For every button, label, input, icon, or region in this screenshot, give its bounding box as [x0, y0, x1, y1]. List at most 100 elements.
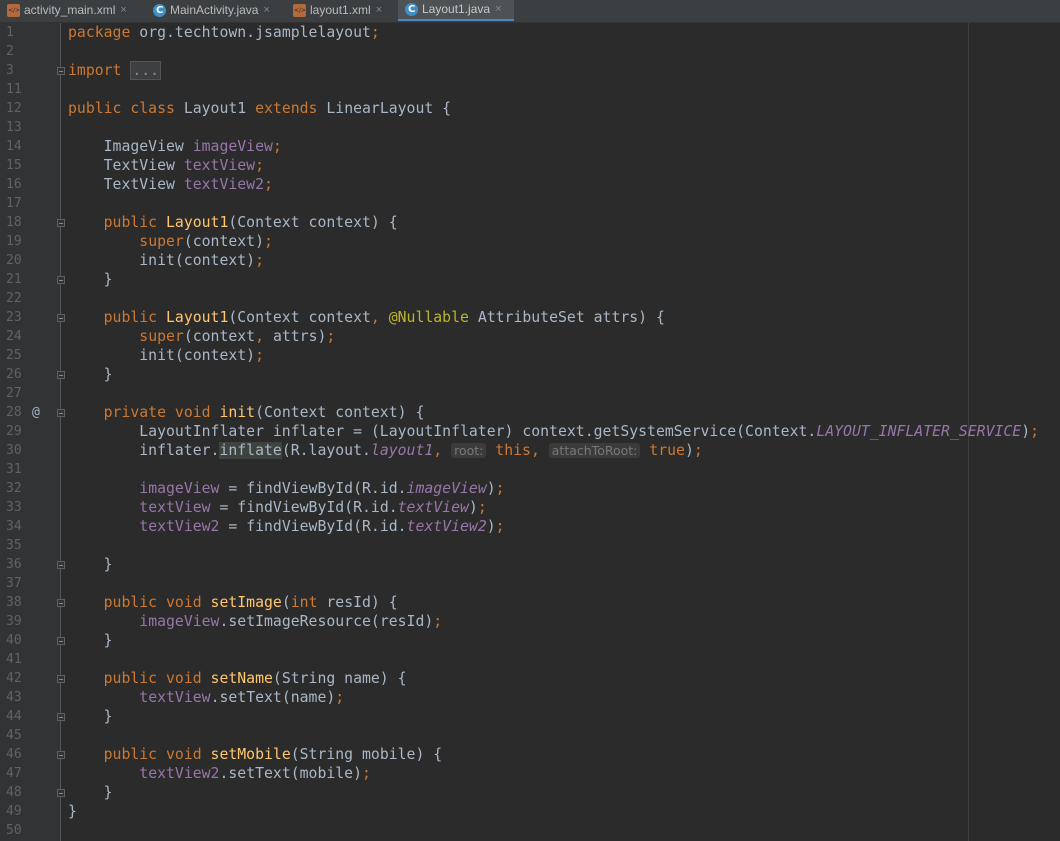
- code-line[interactable]: 29 LayoutInflater inflater = (LayoutInfl…: [0, 422, 1060, 441]
- code-line[interactable]: 27: [0, 384, 1060, 403]
- folded-region[interactable]: ...: [130, 61, 162, 80]
- fold-toggle-icon[interactable]: [57, 713, 65, 721]
- code-line[interactable]: 26 }: [0, 365, 1060, 384]
- code-token: extends: [255, 100, 327, 117]
- fold-toggle-icon[interactable]: [57, 675, 65, 683]
- code-editor[interactable]: 1 package org.techtown.jsamplelayout; 2 3 im…: [0, 23, 1060, 841]
- fold-toggle-icon[interactable]: [57, 219, 65, 227]
- code-token: imageView: [139, 480, 220, 497]
- code-line[interactable]: 24 super(context, attrs);: [0, 327, 1060, 346]
- code-line[interactable]: 22: [0, 289, 1060, 308]
- line-number: 40: [6, 633, 22, 648]
- code-line[interactable]: 44 }: [0, 707, 1060, 726]
- code-line[interactable]: 34 textView2 = findViewById(R.id.textVie…: [0, 517, 1060, 536]
- code-text: public class Layout1 extends LinearLayou…: [68, 99, 451, 118]
- code-token: layout1: [370, 442, 434, 459]
- code-line[interactable]: 25 init(context);: [0, 346, 1060, 365]
- code-text: textView2.setText(mobile);: [68, 764, 371, 783]
- code-token: textView: [397, 499, 469, 516]
- code-token: }: [68, 271, 113, 288]
- line-number: 47: [6, 766, 22, 781]
- code-line[interactable]: 31: [0, 460, 1060, 479]
- tab-mainactivity-java[interactable]: MainActivity.java ×: [146, 0, 280, 21]
- close-tab-icon[interactable]: ×: [120, 0, 126, 21]
- code-line[interactable]: 1 package org.techtown.jsamplelayout;: [0, 23, 1060, 42]
- code-line[interactable]: 43 textView.setText(name);: [0, 688, 1060, 707]
- fold-toggle-icon[interactable]: [57, 599, 65, 607]
- code-line[interactable]: 28 @ private void init(Context context) {: [0, 403, 1060, 422]
- code-token: public class: [68, 100, 184, 117]
- override-gutter-icon[interactable]: @: [32, 403, 40, 422]
- fold-toggle-icon[interactable]: [57, 561, 65, 569]
- code-line[interactable]: 50: [0, 821, 1060, 840]
- code-token: textView: [139, 499, 211, 516]
- line-number: 39: [6, 614, 22, 629]
- code-line[interactable]: 39 imageView.setImageResource(resId);: [0, 612, 1060, 631]
- code-line[interactable]: 48 }: [0, 783, 1060, 802]
- code-line[interactable]: 32 imageView = findViewById(R.id.imageVi…: [0, 479, 1060, 498]
- fold-toggle-icon[interactable]: [57, 276, 65, 284]
- code-line[interactable]: 33 textView = findViewById(R.id.textView…: [0, 498, 1060, 517]
- fold-toggle-icon[interactable]: [57, 637, 65, 645]
- code-line[interactable]: 19 super(context);: [0, 232, 1060, 251]
- code-text: }: [68, 631, 113, 650]
- code-token: import: [68, 62, 131, 79]
- code-line[interactable]: 15 TextView textView;: [0, 156, 1060, 175]
- tab-layout1-xml[interactable]: layout1.xml ×: [286, 0, 392, 21]
- tab-label: activity_main.xml: [24, 3, 116, 17]
- code-line[interactable]: 21 }: [0, 270, 1060, 289]
- fold-toggle-icon[interactable]: [57, 371, 65, 379]
- code-line[interactable]: 13: [0, 118, 1060, 137]
- code-line[interactable]: 18 public Layout1(Context context) {: [0, 213, 1060, 232]
- code-line[interactable]: 2: [0, 42, 1060, 61]
- code-line[interactable]: 36 }: [0, 555, 1060, 574]
- fold-toggle-icon[interactable]: [57, 789, 65, 797]
- code-token: public: [103, 309, 166, 326]
- code-token: ;: [264, 176, 273, 193]
- code-line[interactable]: 35: [0, 536, 1060, 555]
- code-line[interactable]: 12 public class Layout1 extends LinearLay…: [0, 99, 1060, 118]
- code-line[interactable]: 46 public void setMobile(String mobile) …: [0, 745, 1060, 764]
- code-line[interactable]: 47 textView2.setText(mobile);: [0, 764, 1060, 783]
- code-line[interactable]: 23 public Layout1(Context context, @Null…: [0, 308, 1060, 327]
- line-number: 23: [6, 310, 22, 325]
- fold-toggle-icon[interactable]: [57, 409, 65, 417]
- code-line[interactable]: 14 ImageView imageView;: [0, 137, 1060, 156]
- code-line[interactable]: 38 public void setImage(int resId) {: [0, 593, 1060, 612]
- code-token: ,: [433, 442, 452, 459]
- code-line[interactable]: 11: [0, 80, 1060, 99]
- code-token: (Context context: [228, 309, 371, 326]
- close-tab-icon[interactable]: ×: [376, 0, 382, 21]
- code-line[interactable]: 3 import ...: [0, 61, 1060, 80]
- code-token: imageView: [139, 613, 220, 630]
- parameter-hint: attachToRoot:: [548, 443, 641, 458]
- code-line[interactable]: 30 inflater.inflate(R.layout.layout1, ro…: [0, 441, 1060, 460]
- code-line[interactable]: 40 }: [0, 631, 1060, 650]
- close-tab-icon[interactable]: ×: [263, 0, 269, 21]
- line-number: 2: [6, 44, 14, 59]
- fold-toggle-icon[interactable]: [57, 751, 65, 759]
- tab-activity-main-xml[interactable]: activity_main.xml ×: [0, 0, 140, 21]
- code-line[interactable]: 16 TextView textView2;: [0, 175, 1060, 194]
- code-line[interactable]: 49}: [0, 802, 1060, 821]
- xml-file-icon: [293, 4, 306, 17]
- code-line[interactable]: 37: [0, 574, 1060, 593]
- fold-toggle-icon[interactable]: [57, 67, 65, 75]
- code-line[interactable]: 41: [0, 650, 1060, 669]
- code-line[interactable]: 42 public void setName(String name) {: [0, 669, 1060, 688]
- code-token: }: [68, 366, 113, 383]
- code-line[interactable]: 45: [0, 726, 1060, 745]
- code-token: = findViewById(R.id.: [219, 518, 407, 535]
- code-line[interactable]: 17: [0, 194, 1060, 213]
- fold-toggle-icon[interactable]: [57, 314, 65, 322]
- code-line[interactable]: 20 init(context);: [0, 251, 1060, 270]
- code-token: public void: [103, 670, 211, 687]
- close-tab-icon[interactable]: ×: [495, 0, 501, 20]
- tab-layout1-java[interactable]: Layout1.java ×: [398, 0, 514, 21]
- code-text: public void setMobile(String mobile) {: [68, 745, 443, 764]
- code-token: TextView: [68, 157, 184, 174]
- code-token: (context): [183, 233, 265, 250]
